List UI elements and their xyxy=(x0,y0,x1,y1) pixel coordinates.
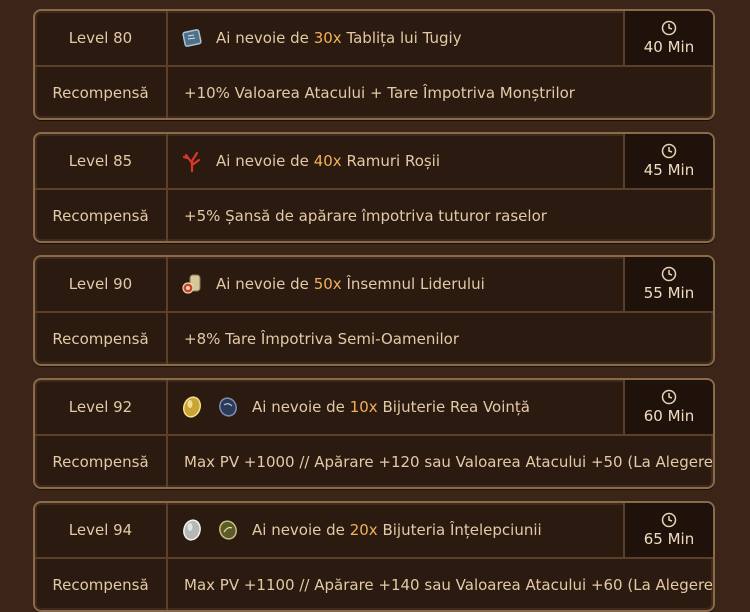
requirement-row: Level 85 Ai nevoie de 40x Ramuri Roșii 4… xyxy=(35,134,713,190)
reward-text: Max PV +1000 // Apărare +120 sau Valoare… xyxy=(184,452,715,471)
reward-row: Recompensă Max PV +1000 // Apărare +120 … xyxy=(35,436,713,487)
requirement: Ai nevoie de 10x Bijuterie Rea Voință xyxy=(168,380,623,434)
requirement-item: Însemnul Liderului xyxy=(346,275,485,293)
duration-text: 65 Min xyxy=(643,530,695,548)
requirement-item: Bijuteria Înțelepciunii xyxy=(382,521,542,539)
requirement-prefix: Ai nevoie de xyxy=(216,29,309,47)
duration-text: 60 Min xyxy=(643,407,695,425)
silver-gem-icon xyxy=(180,518,204,542)
requirement: Ai nevoie de 30x Tablița lui Tugiy xyxy=(168,11,623,65)
level-label: Level 80 xyxy=(35,11,168,65)
requirement: Ai nevoie de 20x Bijuteria Înțelepciunii xyxy=(168,503,623,557)
gold-gem-icon xyxy=(180,395,204,419)
clock-icon xyxy=(661,389,677,407)
requirement: Ai nevoie de 40x Ramuri Roșii xyxy=(168,134,623,188)
reward-label: Recompensă xyxy=(35,436,168,487)
requirement-row: Level 90 Ai nevoie de 50x Însemnul Lider… xyxy=(35,257,713,313)
requirement-item: Ramuri Roșii xyxy=(346,152,441,170)
quest-card: Level 92 Ai nevoie de 10x Bijuterie Rea … xyxy=(33,378,715,489)
requirement-qty: 50x xyxy=(313,275,342,293)
clock-icon xyxy=(661,512,677,530)
duration: 60 Min xyxy=(623,380,713,434)
requirement-qty: 20x xyxy=(349,521,378,539)
reward-row: Recompensă +10% Valoarea Atacului + Tare… xyxy=(35,67,713,118)
reward-label: Recompensă xyxy=(35,313,168,364)
dark-gem-icon xyxy=(216,395,240,419)
quest-card: Level 90 Ai nevoie de 50x Însemnul Lider… xyxy=(33,255,715,366)
reward-row: Recompensă +8% Tare Împotriva Semi-Oamen… xyxy=(35,313,713,364)
level-label: Level 85 xyxy=(35,134,168,188)
clock-icon xyxy=(661,143,677,161)
level-label: Level 92 xyxy=(35,380,168,434)
reward-row: Recompensă +5% Șansă de apărare împotriv… xyxy=(35,190,713,241)
reward-label: Recompensă xyxy=(35,190,168,241)
reward-text: +8% Tare Împotriva Semi-Oamenilor xyxy=(184,329,460,348)
reward-label: Recompensă xyxy=(35,559,168,610)
olive-gem-icon xyxy=(216,518,240,542)
requirement-prefix: Ai nevoie de xyxy=(252,521,345,539)
duration: 40 Min xyxy=(623,11,713,65)
requirement-qty: 40x xyxy=(313,152,342,170)
tablet-icon xyxy=(180,26,204,50)
requirement-item: Tablița lui Tugiy xyxy=(346,29,462,47)
requirement: Ai nevoie de 50x Însemnul Liderului xyxy=(168,257,623,311)
duration: 45 Min xyxy=(623,134,713,188)
quest-card: Level 80 Ai nevoie de 30x Tablița lui Tu… xyxy=(33,9,715,120)
reward-row: Recompensă Max PV +1100 // Apărare +140 … xyxy=(35,559,713,610)
clock-icon xyxy=(661,266,677,284)
duration-text: 45 Min xyxy=(643,161,695,179)
duration-text: 40 Min xyxy=(643,38,695,56)
duration: 55 Min xyxy=(623,257,713,311)
clock-icon xyxy=(661,20,677,38)
reward-label: Recompensă xyxy=(35,67,168,118)
level-label: Level 90 xyxy=(35,257,168,311)
requirement-qty: 30x xyxy=(313,29,342,47)
requirement-item: Bijuterie Rea Voință xyxy=(382,398,530,416)
quest-card: Level 94 Ai nevoie de 20x Bijuteria Înțe… xyxy=(33,501,715,612)
quest-list: Level 80 Ai nevoie de 30x Tablița lui Tu… xyxy=(0,0,750,612)
duration-text: 55 Min xyxy=(643,284,695,302)
reward-text: +5% Șansă de apărare împotriva tuturor r… xyxy=(184,206,547,225)
reward-text: Max PV +1100 // Apărare +140 sau Valoare… xyxy=(184,575,715,594)
reward-text: +10% Valoarea Atacului + Tare Împotriva … xyxy=(184,83,575,102)
requirement-prefix: Ai nevoie de xyxy=(252,398,345,416)
requirement-row: Level 80 Ai nevoie de 30x Tablița lui Tu… xyxy=(35,11,713,67)
requirement-row: Level 94 Ai nevoie de 20x Bijuteria Înțe… xyxy=(35,503,713,559)
requirement-qty: 10x xyxy=(349,398,378,416)
requirement-row: Level 92 Ai nevoie de 10x Bijuterie Rea … xyxy=(35,380,713,436)
quest-card: Level 85 Ai nevoie de 40x Ramuri Roșii 4… xyxy=(33,132,715,243)
requirement-prefix: Ai nevoie de xyxy=(216,152,309,170)
requirement-prefix: Ai nevoie de xyxy=(216,275,309,293)
level-label: Level 94 xyxy=(35,503,168,557)
duration: 65 Min xyxy=(623,503,713,557)
leader-emblem-icon xyxy=(180,272,204,296)
red-branch-icon xyxy=(180,149,204,173)
